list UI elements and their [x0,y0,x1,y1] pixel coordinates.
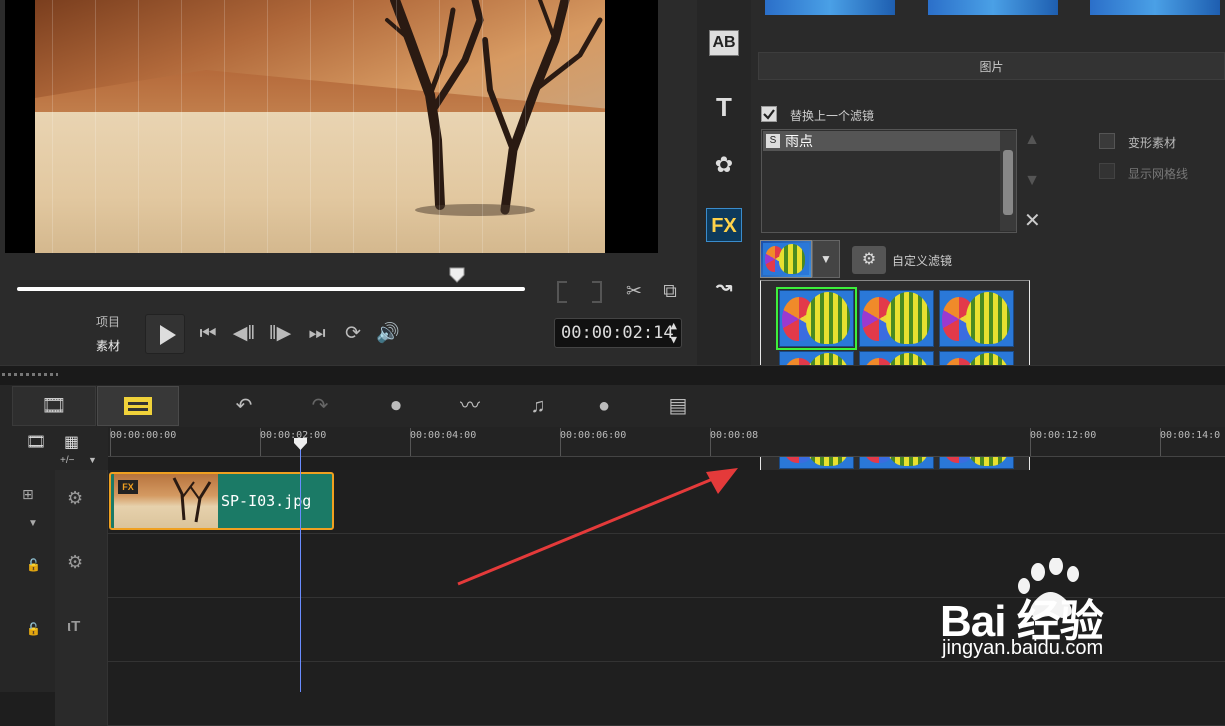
timeline-view-icon [124,397,152,415]
filter-preset-thumbnail[interactable] [760,240,812,278]
ripple-editing-icon[interactable]: ⊞ [22,486,34,503]
filter-visible-icon[interactable]: S [766,134,780,148]
storyboard-icon: 🎞 [41,395,67,417]
mark-out-button[interactable] [592,281,602,303]
chapter-cue-icon[interactable]: ▦ [64,432,79,452]
end-icon[interactable]: ⏭ [303,324,331,344]
filter-preset-thumbnail[interactable] [939,290,1014,347]
tab-photo[interactable]: 图片 [758,52,1225,80]
subtitle-editor-icon[interactable]: ▤ [660,388,696,424]
title-track-icon[interactable]: ιT [67,618,80,635]
video-track-control: ⚙ [55,470,108,534]
add-remove-dropdown-icon[interactable]: ▼ [88,455,97,465]
motion-tracking-icon[interactable]: ● [586,388,622,424]
video-track-icon[interactable]: ⚙ [67,488,83,509]
library-thumbnail[interactable] [1090,0,1220,15]
track-menu-icon[interactable]: ▼ [28,518,38,529]
overlay-track-icon[interactable]: ⚙ [67,552,83,573]
panel-divider[interactable] [0,365,1225,385]
ruler-label: 00:00:14:0 [1160,430,1221,441]
timecode-spinner-icon[interactable]: ▲ ▼ [670,319,677,347]
voice-track[interactable] [108,662,1225,726]
redo-icon[interactable]: ↷ [302,388,338,424]
overlay-track-control: ⚙ [55,534,108,598]
remove-filter-icon[interactable]: ✕ [1024,208,1041,233]
show-grid-label: 显示网格线 [1128,167,1189,181]
playhead-handle[interactable] [294,438,307,450]
filter-name: 雨点 [785,133,813,149]
distort-clip-checkbox[interactable] [1099,133,1115,149]
lock-icon[interactable]: 🔓 [26,622,41,636]
preview-frame-image [35,0,605,253]
title-icon[interactable]: T [706,90,742,124]
preview-scrubber[interactable] [17,287,525,291]
ruler-label: 00:00:08 [710,430,759,441]
library-thumbnail[interactable] [765,0,895,15]
sound-mixer-icon[interactable]: 〰 [452,388,488,424]
ruler-label: 00:00:06:00 [560,430,627,441]
show-grid-checkbox[interactable] [1099,163,1115,179]
move-filter-up-icon[interactable]: ▲ [1021,131,1043,149]
playhead-line[interactable] [300,440,301,692]
filter-list-item[interactable]: S 雨点 [763,131,1001,151]
watermark-url: jingyan.baidu.com [942,637,1104,659]
filter-preset-thumbnail[interactable] [776,287,857,350]
next-frame-icon[interactable]: ‖▶ [266,324,294,344]
add-remove-tracks[interactable]: +/− [60,455,74,466]
preset-dropdown-button[interactable]: ▼ [812,240,840,278]
timecode-field[interactable]: 00:00:02:14 ▲ ▼ [554,318,682,348]
ruler-label: 00:00:00:00 [110,430,177,441]
clip-fx-badge: FX [118,480,138,494]
scrollbar-thumb[interactable] [1003,150,1013,215]
split-clip-icon[interactable]: ✂ [620,282,648,302]
clip-name: SP-I03.jpg [221,492,312,510]
clip-mode-label[interactable]: 素材 [96,337,120,354]
ruler-label: 00:00:12:00 [1030,430,1097,441]
record-capture-icon[interactable]: ⏺ [378,388,414,424]
filter-preset-thumbnail[interactable] [859,290,934,347]
project-mode-label[interactable]: 项目 [96,313,120,330]
filter-icon[interactable]: FX [706,208,742,242]
mark-in-button[interactable] [557,281,567,303]
checkmark-icon [763,109,775,120]
ruler-label: 00:00:04:00 [410,430,477,441]
home-icon[interactable]: ⏮ [194,324,222,344]
play-icon [160,325,176,345]
play-button[interactable] [145,314,185,354]
annotation-arrow [457,468,738,586]
auto-music-icon[interactable]: ♫ [520,388,556,424]
timeline-view-button[interactable] [97,386,179,426]
track-manager-icon[interactable]: 🎞 [26,432,46,452]
undo-icon[interactable]: ↶ [226,388,262,424]
custom-filter-icon[interactable]: ⚙ [852,246,886,274]
distort-clip-label: 变形素材 [1128,136,1177,150]
library-thumbnail[interactable] [928,0,1058,15]
volume-icon[interactable]: 🔊 [374,324,402,344]
scrubber-handle[interactable] [449,267,465,283]
replace-last-filter-label: 替换上一个滤镜 [790,109,875,123]
replace-last-filter-checkbox[interactable] [761,106,777,122]
voice-track-control [55,662,108,726]
video-preview[interactable] [5,0,658,253]
enlarge-preview-icon[interactable]: ⧉ [656,282,684,302]
graphic-icon[interactable]: ✿ [706,148,742,182]
custom-filter-label[interactable]: 自定义滤镜 [892,252,952,269]
storyboard-view-button[interactable]: 🎞 [12,386,96,426]
move-filter-down-icon[interactable]: ▼ [1021,172,1043,190]
title-track-control: ιT [55,598,108,662]
previous-frame-icon[interactable]: ◀‖ [230,324,258,344]
lock-icon[interactable]: 🔓 [26,558,41,572]
path-icon[interactable]: ↝ [706,270,742,304]
repeat-icon[interactable]: ⟳ [339,324,367,344]
transition-icon[interactable]: AB [709,30,739,56]
